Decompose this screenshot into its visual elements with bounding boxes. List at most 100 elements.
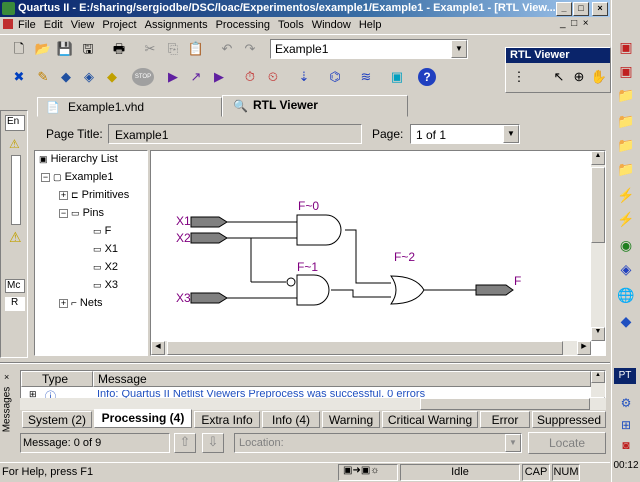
simulate-icon[interactable]: ⇣ (295, 68, 313, 86)
analyze-icon[interactable]: ◆ (103, 68, 121, 86)
save-all-icon[interactable]: 🖫 (79, 40, 97, 58)
input-pin-x2[interactable] (190, 232, 228, 244)
chip-icon[interactable]: ⌬ (326, 68, 344, 86)
tab-example1-vhd[interactable]: 📄 Example1.vhd (37, 97, 222, 117)
scroll-down-icon[interactable]: ▼ (591, 327, 605, 341)
menu-window[interactable]: Window (308, 17, 355, 33)
page-title-field[interactable]: Example1 (108, 124, 362, 144)
folder-icon[interactable]: 📁 (614, 84, 638, 106)
open-icon[interactable]: 📂 (34, 40, 52, 58)
tree-item-primitives[interactable]: + ⊏ Primitives (59, 189, 129, 201)
copy-icon[interactable]: ⎘ (164, 40, 182, 58)
menu-assignments[interactable]: Assignments (141, 17, 212, 33)
tab-warning[interactable]: Warning (322, 411, 380, 428)
input-pin-x1[interactable] (190, 216, 228, 228)
pin-planner-icon[interactable]: ✖ (10, 68, 28, 86)
new-icon[interactable]: 🗋 (10, 40, 28, 58)
tab-system[interactable]: System (2) (22, 411, 92, 428)
scroll-left-icon[interactable]: ◀ (151, 341, 165, 355)
start-compile-icon[interactable]: ▶ (164, 68, 182, 86)
close-button[interactable]: × (592, 2, 608, 16)
tray-icon-1[interactable]: ⚙ (614, 392, 638, 414)
col-type[interactable]: Type (21, 371, 93, 387)
scroll-thumb-h[interactable] (167, 341, 563, 355)
minimize-button[interactable]: _ (556, 2, 572, 16)
menu-project[interactable]: Project (98, 17, 140, 33)
close-icon[interactable]: × (4, 372, 9, 382)
locate-button[interactable]: Locate (528, 432, 606, 454)
undo-icon[interactable]: ↶ (218, 40, 236, 58)
folder-icon-2[interactable]: 📁 (614, 110, 638, 132)
tree-item-f[interactable]: ▭ F (93, 225, 111, 237)
app-icon-1[interactable]: ▣ (614, 36, 638, 58)
page-select[interactable]: 1 of 1 ▼ (410, 124, 520, 144)
help-icon[interactable]: ? (418, 68, 436, 86)
horizontal-scrollbar[interactable]: ◀ ▶ (151, 341, 591, 355)
globe-icon[interactable]: 🌐 (614, 284, 638, 306)
lightning-icon-2[interactable]: ⚡ (614, 208, 638, 230)
tab-suppressed[interactable]: Suppressed (532, 411, 606, 428)
tab-critical-warning[interactable]: Critical Warning (382, 411, 478, 428)
menu-tools[interactable]: Tools (274, 17, 308, 33)
or-gate-f2[interactable] (390, 275, 425, 305)
location-field[interactable]: Location: ▼ (234, 433, 522, 453)
tray-icon-3[interactable]: ◙ (614, 434, 638, 456)
signal-icon[interactable]: ≋ (357, 68, 375, 86)
paste-icon[interactable]: 📋 (187, 40, 205, 58)
programmer-icon[interactable]: ▣ (388, 68, 406, 86)
col-message[interactable]: Message (93, 371, 591, 387)
lightning-icon[interactable]: ⚡ (614, 184, 638, 206)
tree-item-x1[interactable]: ▭ X1 (93, 243, 118, 255)
app-icon-3[interactable]: ◉ (614, 234, 638, 256)
folder-icon-4[interactable]: 📁 (614, 158, 638, 180)
chevron-down-icon[interactable]: ▼ (451, 40, 467, 58)
timer-icon[interactable]: ⏲ (264, 68, 282, 86)
maximize-button[interactable]: □ (573, 2, 589, 16)
tab-extra-info[interactable]: Extra Info (194, 411, 260, 428)
menu-processing[interactable]: Processing (212, 17, 274, 33)
scroll-right-icon[interactable]: ▶ (577, 341, 591, 355)
vertical-scrollbar[interactable]: ▲ ▼ (591, 151, 605, 341)
analysis-icon[interactable]: ↗ (187, 68, 205, 86)
print-icon[interactable]: 🖶 (110, 40, 128, 58)
cut-icon[interactable]: ✂ (141, 40, 159, 58)
chevron-down-icon[interactable]: ▼ (503, 125, 519, 143)
menu-edit[interactable]: Edit (40, 17, 67, 33)
redo-icon[interactable]: ↷ (241, 40, 259, 58)
zoom-icon[interactable]: ⊕ (570, 68, 588, 86)
scroll-thumb-v[interactable] (591, 167, 605, 243)
tray-icon-2[interactable]: ⊞ (614, 414, 638, 436)
scroll-thumb-h[interactable] (420, 398, 590, 410)
and-gate-f1[interactable] (296, 274, 330, 306)
next-message-button[interactable]: ⇩ (202, 433, 224, 453)
input-pin-x3[interactable] (190, 292, 228, 304)
pencil-icon[interactable]: ✎ (34, 68, 52, 86)
scroll-up-icon[interactable]: ▲ (591, 371, 605, 383)
schematic-canvas[interactable]: X1 X2 X3 F F~0 F~1 F~2 ▲ ▼ ◀ ▶ (150, 150, 606, 356)
menu-help[interactable]: Help (355, 17, 386, 33)
scroll-up-icon[interactable]: ▲ (591, 151, 605, 165)
timing-icon[interactable]: ▶ (210, 68, 228, 86)
app-icon-4[interactable]: ◈ (614, 258, 638, 280)
lang-indicator[interactable]: PT (614, 368, 636, 384)
select-arrow-icon[interactable]: ↖ (550, 68, 568, 86)
settings-icon[interactable]: ◆ (57, 68, 75, 86)
project-select[interactable]: Example1 ▼ (270, 39, 468, 59)
tab-error[interactable]: Error (480, 411, 530, 428)
stop-icon[interactable]: STOP (132, 68, 154, 86)
hierarchy-header[interactable]: ▣ Hierarchy List (39, 153, 118, 165)
and-gate-f0[interactable] (296, 214, 342, 246)
folder-icon-3[interactable]: 📁 (614, 134, 638, 156)
tab-processing[interactable]: Processing (4) (94, 409, 192, 428)
menu-view[interactable]: View (67, 17, 99, 33)
tree-item-x3[interactable]: ▭ X3 (93, 279, 118, 291)
hand-icon[interactable]: ✋ (590, 68, 608, 86)
app-icon-5[interactable]: ◆ (614, 310, 638, 332)
clock-icon[interactable]: ⏱ (241, 68, 259, 86)
output-pin-f[interactable] (475, 284, 514, 296)
splitter[interactable] (0, 362, 610, 364)
app-icon-2[interactable]: ▣ (614, 60, 638, 82)
tree-item-nets[interactable]: + ⌐ Nets (59, 297, 103, 309)
tree-item-example1[interactable]: − ▢ Example1 (41, 171, 114, 183)
panel-scroll[interactable] (11, 155, 21, 225)
